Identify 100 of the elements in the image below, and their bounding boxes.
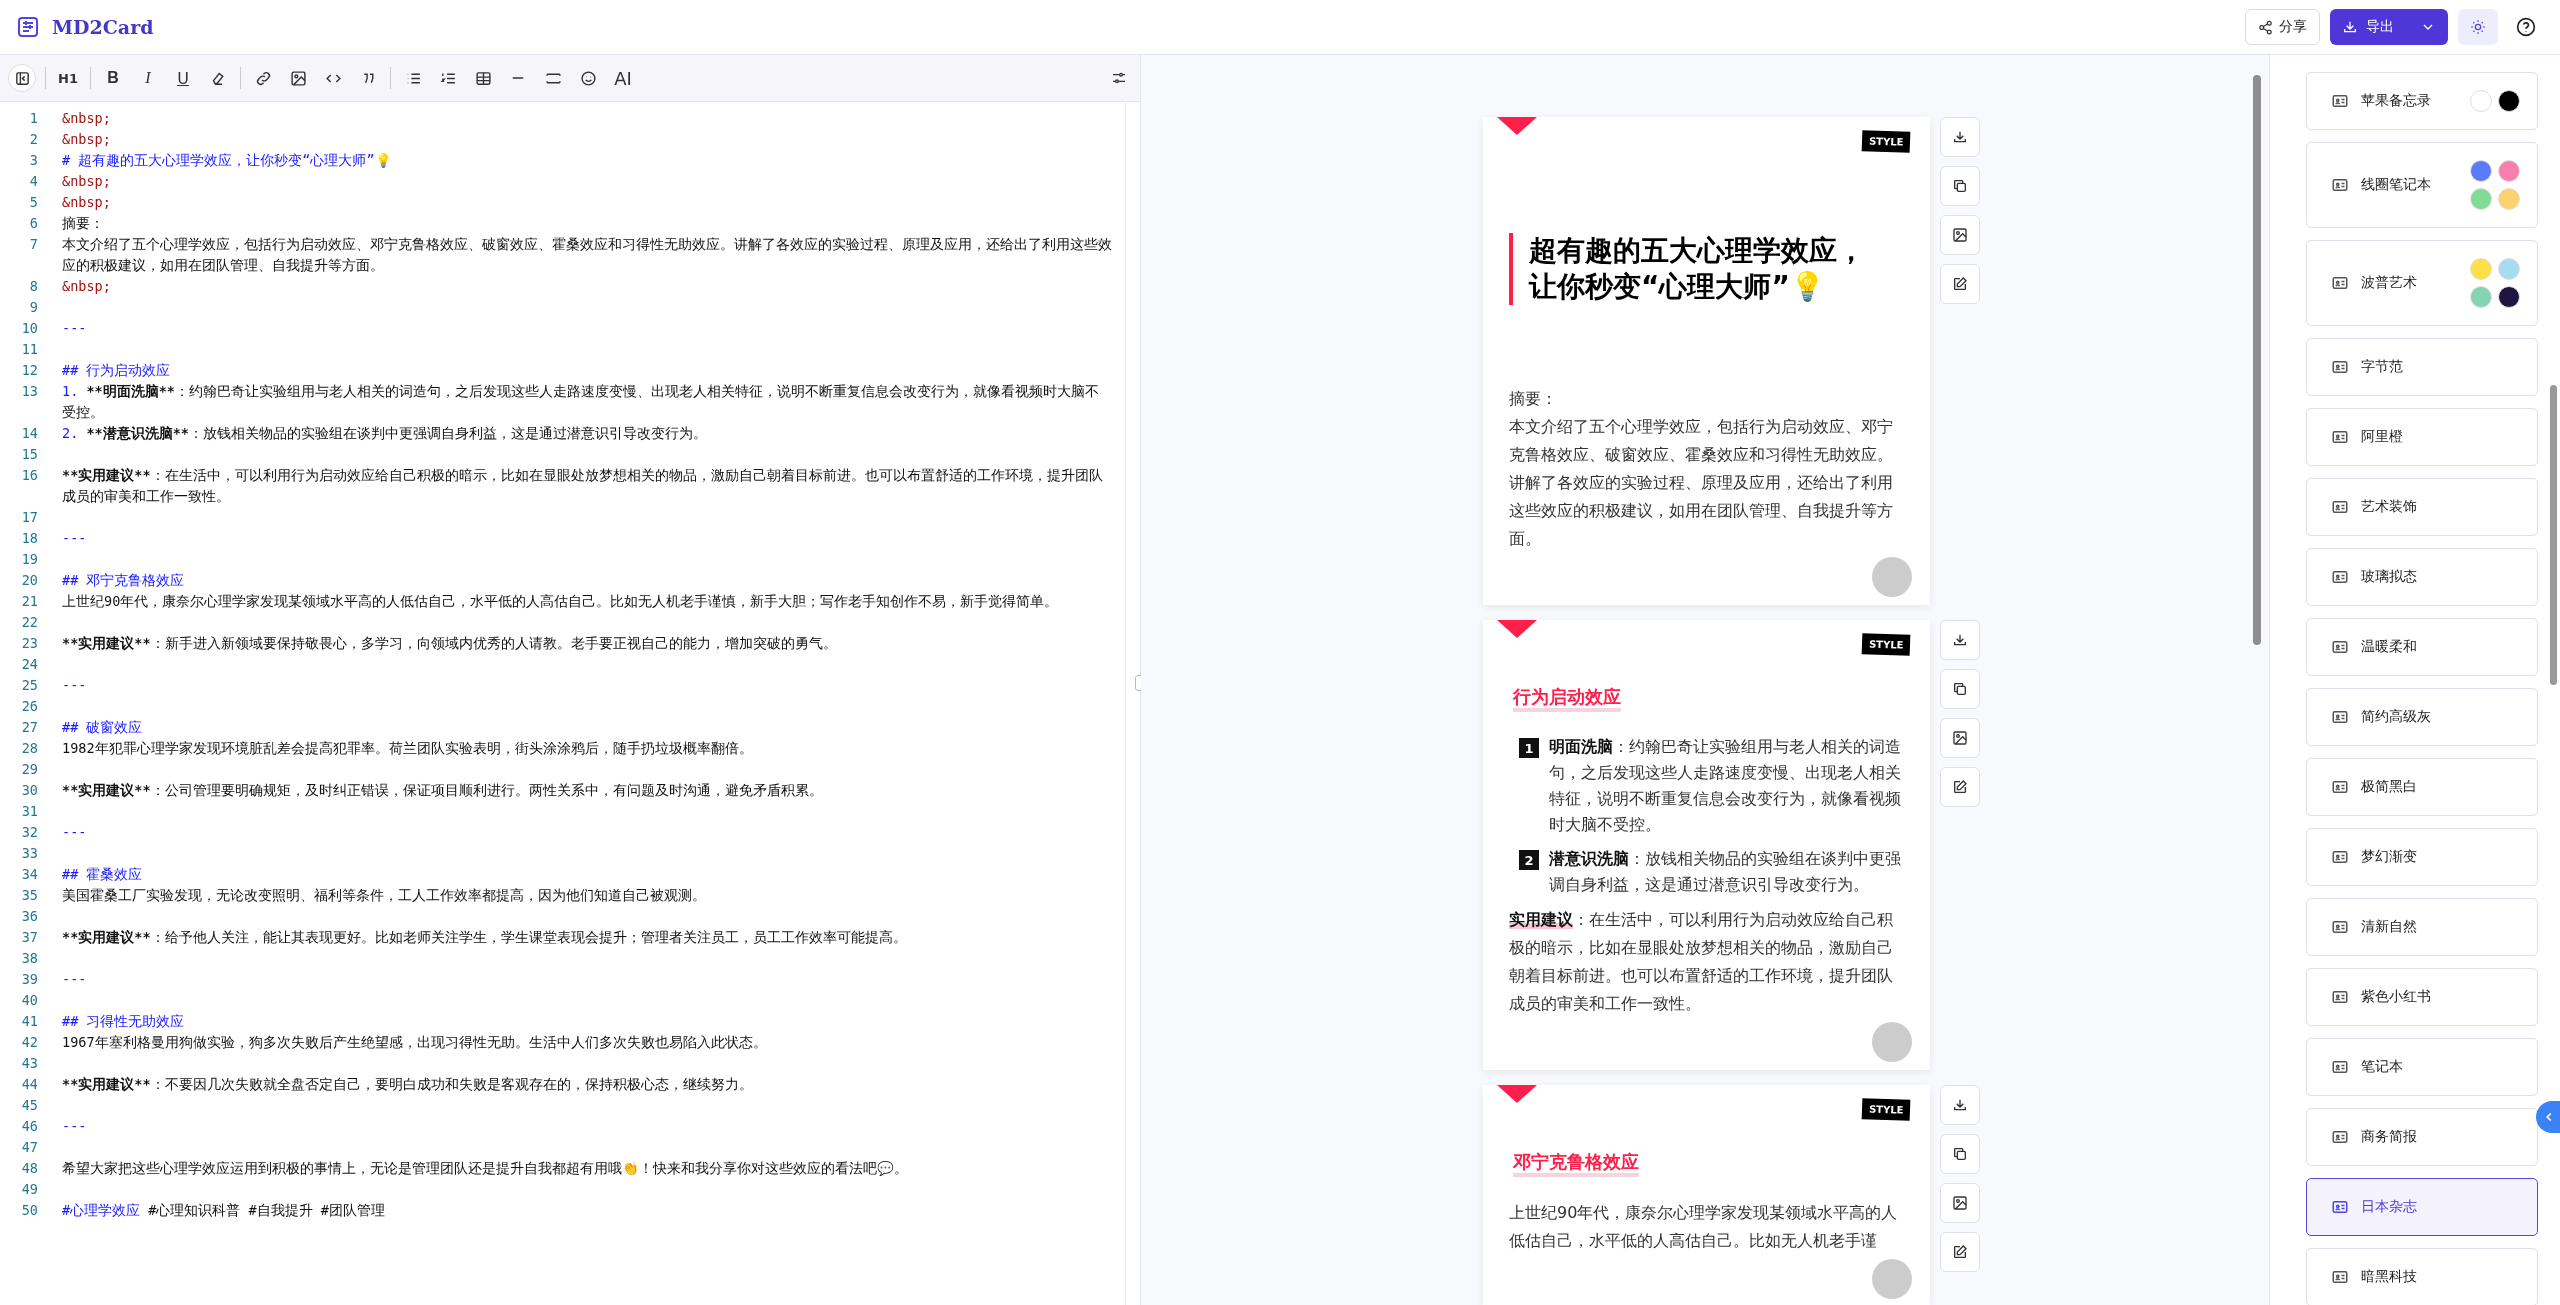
edit-button[interactable] — [1940, 1232, 1980, 1272]
theme-item[interactable]: 波普艺术 — [2306, 240, 2538, 326]
code-line[interactable]: --- — [62, 822, 1112, 843]
theme-item[interactable]: 阿里橙 — [2306, 408, 2538, 466]
theme-item[interactable]: 商务简报 — [2306, 1108, 2538, 1166]
avatar — [1872, 557, 1912, 597]
theme-item[interactable]: 日本杂志 — [2306, 1178, 2538, 1236]
id-card-icon — [2331, 918, 2349, 936]
line-number: 40 — [20, 991, 39, 1010]
ribbon-icon — [1497, 1085, 1537, 1105]
theme-item[interactable]: 苹果备忘录 — [2306, 72, 2538, 130]
image-button[interactable] — [1940, 215, 1980, 255]
line-number: 18 — [20, 529, 39, 548]
theme-item[interactable]: 线圈笔记本 — [2306, 142, 2538, 228]
export-button[interactable]: 导出 — [2330, 9, 2448, 45]
code-line[interactable]: **实用建议**：新手进入新领域要保持敬畏心，多学习，向领域内优秀的人请教。老手要正视自己的能力，增加突破的勇气。 — [62, 633, 1112, 654]
code-line[interactable]: # 超有趣的五大心理学效应，让你秒变“心理大师”💡 — [62, 150, 1112, 171]
emoji-icon — [579, 69, 597, 87]
line-number: 48 — [20, 1159, 39, 1178]
code-line[interactable]: 上世纪90年代，康奈尔心理学家发现某领域水平高的人低估自己，水平低的人高估自己。比如无人机老手谨慎，新手大胆；写作老手知创作不易，新手觉得简单。 — [62, 591, 1112, 612]
copy-icon — [1952, 681, 1968, 697]
line-number: 9 — [28, 298, 39, 317]
code-line[interactable]: **实用建议**：给予他人关注，能让其表现更好。比如老师关注学生，学生课堂表现会提升；管理者关注员工，员工工作效率可能提高。 — [62, 927, 1112, 948]
theme-item[interactable]: 玻璃拟态 — [2306, 548, 2538, 606]
line-number: 33 — [20, 844, 39, 863]
code-line[interactable]: **实用建议**：公司管理要明确规矩，及时纠正错误，保证项目顺利进行。两性关系中，有问题及时沟通，避免矛盾积累。 — [62, 780, 1112, 801]
panel-toggle-button[interactable] — [8, 64, 36, 92]
code-line[interactable]: --- — [62, 675, 1112, 696]
code-line[interactable]: &nbsp; — [62, 129, 1112, 150]
style-badge: STYLE — [1861, 1098, 1911, 1121]
id-card-icon — [2331, 708, 2349, 726]
format-button[interactable]: AI — [610, 64, 636, 92]
code-line[interactable]: &nbsp; — [62, 108, 1112, 129]
download-button[interactable] — [1940, 620, 1980, 660]
code-line[interactable]: --- — [62, 318, 1112, 339]
line-number: 41 — [20, 1012, 39, 1031]
code-line[interactable]: ## 习得性无助效应 — [62, 1011, 1112, 1032]
line-number: 37 — [20, 928, 39, 947]
theme-item[interactable]: 暗黑科技 — [2306, 1248, 2538, 1305]
edit-button[interactable] — [1940, 264, 1980, 304]
code-line[interactable]: ## 行为启动效应 — [62, 360, 1112, 381]
code-line[interactable]: 摘要： — [62, 213, 1112, 234]
format-button[interactable]: H1 — [55, 64, 81, 92]
code-line[interactable]: ## 破窗效应 — [62, 717, 1112, 738]
sun-icon — [2470, 19, 2486, 35]
code-line[interactable]: &nbsp; — [62, 192, 1112, 213]
line-number: 7 — [28, 235, 39, 254]
edit-icon — [1952, 1244, 1968, 1260]
edit-button[interactable] — [1940, 767, 1980, 807]
code-line[interactable]: **实用建议**：不要因几次失败就全盘否定自己，要明白成功和失败是客观存在的，保持积极心态，继续努力。 — [62, 1074, 1112, 1095]
code-line[interactable]: **实用建议**：在生活中，可以利用行为启动效应给自己积极的暗示，比如在显眼处放梦想相关的物品，激励自己朝着目标前进。也可以布置舒适的工作环境，提升团队成员的审美和工作一致性。 — [62, 465, 1112, 507]
code-line[interactable]: &nbsp; — [62, 276, 1112, 297]
theme-item[interactable]: 简约高级灰 — [2306, 688, 2538, 746]
theme-item[interactable]: 清新自然 — [2306, 898, 2538, 956]
code-line[interactable]: 美国霍桑工厂实验发现，无论改变照明、福利等条件，工人工作效率都提高，因为他们知道自己被观测。 — [62, 885, 1112, 906]
line-number: 17 — [20, 508, 39, 527]
format-button[interactable]: I — [135, 64, 161, 92]
theme-item[interactable]: 笔记本 — [2306, 1038, 2538, 1096]
share-button[interactable]: 分享 — [2245, 9, 2320, 45]
code-line[interactable]: 1967年塞利格曼用狗做实验，狗多次失败后产生绝望感，出现习得性无助。生活中人们多次失败也易陷入此状态。 — [62, 1032, 1112, 1053]
image-button[interactable] — [1940, 718, 1980, 758]
copy-icon — [1952, 178, 1968, 194]
format-button[interactable]: B — [100, 64, 126, 92]
download-button[interactable] — [1940, 117, 1980, 157]
format-button[interactable]: U — [170, 64, 196, 92]
code-line[interactable]: &nbsp; — [62, 171, 1112, 192]
copy-button[interactable] — [1940, 1134, 1980, 1174]
code-line[interactable]: --- — [62, 969, 1112, 990]
line-number: 20 — [20, 571, 39, 590]
code-line[interactable]: #心理学效应 #心理知识科普 #自我提升 #团队管理 — [62, 1200, 1112, 1221]
theme-item[interactable]: 温暖柔和 — [2306, 618, 2538, 676]
theme-item[interactable]: 极简黑白 — [2306, 758, 2538, 816]
code-line[interactable]: --- — [62, 1116, 1112, 1137]
card-heading: 行为启动效应 — [1513, 686, 1621, 712]
code-line[interactable]: 希望大家把这些心理学效应运用到积极的事情上，无论是管理团队还是提升自我都超有用哦👏！快来和我分享你对这些效应的看法吧💬。 — [62, 1158, 1112, 1179]
copy-button[interactable] — [1940, 669, 1980, 709]
theme-item[interactable]: 紫色小红书 — [2306, 968, 2538, 1026]
code-line[interactable]: ## 邓宁克鲁格效应 — [62, 570, 1112, 591]
line-number: 29 — [20, 760, 39, 779]
line-number: 3 — [28, 151, 39, 170]
id-card-icon — [2331, 176, 2349, 194]
id-card-icon — [2331, 274, 2349, 292]
theme-item[interactable]: 梦幻渐变 — [2306, 828, 2538, 886]
image-button[interactable] — [1940, 1183, 1980, 1223]
code-line[interactable]: 本文介绍了五个心理学效应，包括行为启动效应、邓宁克鲁格效应、破窗效应、霍桑效应和习得性无助效应。讲解了各效应的实验过程、原理及应用，还给出了利用这些效应的积极建议，如用在团队管理、自我提升等方面。 — [62, 234, 1112, 276]
theme-item[interactable]: 字节范 — [2306, 338, 2538, 396]
copy-button[interactable] — [1940, 166, 1980, 206]
download-icon — [1952, 1097, 1968, 1113]
collapse-button[interactable] — [2536, 1101, 2560, 1133]
theme-toggle-button[interactable] — [2458, 9, 2498, 45]
code-line[interactable]: 1. **明面洗脑**：约翰巴奇让实验组用与老人相关的词造句，之后发现这些人走路速度变慢、出现老人相关特征，说明不断重复信息会改变行为，就像看视频时大脑不受控。 — [62, 381, 1112, 423]
download-button[interactable] — [1940, 1085, 1980, 1125]
help-icon[interactable] — [2516, 17, 2536, 37]
code-line[interactable]: 2. **潜意识洗脑**：放钱相关物品的实验组在谈判中更强调自身利益，这是通过潜意识引导改变行为。 — [62, 423, 1112, 444]
list-item-text: 潜意识洗脑：放钱相关物品的实验组在谈判中更强调自身利益，这是通过潜意识引导改变行为。 — [1549, 848, 1902, 896]
line-number: 35 — [20, 886, 39, 905]
theme-item[interactable]: 艺术装饰 — [2306, 478, 2538, 536]
code-line[interactable]: 1982年犯罪心理学家发现环境脏乱差会提高犯罪率。荷兰团队实验表明，街头涂涂鸦后，随手扔垃圾概率翻倍。 — [62, 738, 1112, 759]
code-line[interactable]: ## 霍桑效应 — [62, 864, 1112, 885]
code-line[interactable]: --- — [62, 528, 1112, 549]
